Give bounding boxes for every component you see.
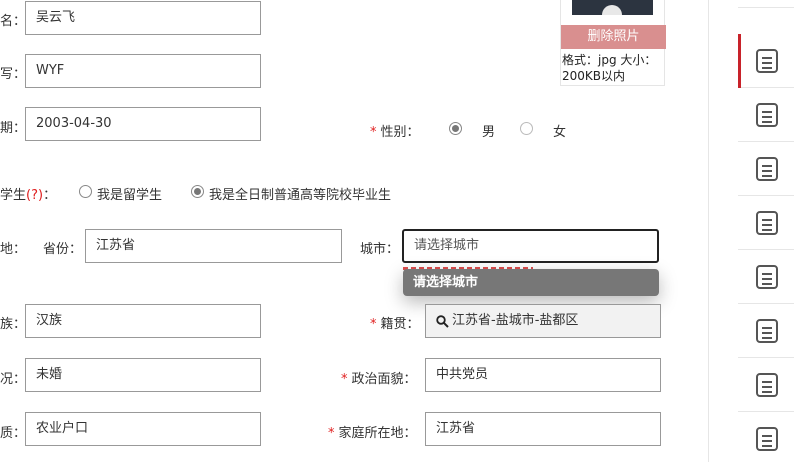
student-overseas-label[interactable]: 我是留学生 [97,184,162,203]
abbr-label: 写： [0,67,27,82]
name-label: 名： [0,14,27,29]
student-label: 学生(?)： [0,188,57,203]
birth-date-input[interactable]: 2003-04-30 [25,107,261,141]
political-input[interactable]: 中共党员 [425,358,661,392]
gender-female-label[interactable]: 女 [553,121,566,140]
native-place-value: 江苏省-盐城市-盐都区 [452,313,579,328]
profile-photo [572,0,653,15]
native-label: * 籍贯： [370,317,420,332]
photo-panel: 删除照片 格式：jpg 大小： 200KB以内 [560,0,666,86]
document-list-icon [756,103,778,127]
document-list-icon [756,373,778,397]
student-fulltime-label[interactable]: 我是全日制普通高等院校毕业生 [209,184,391,203]
gender-male-label[interactable]: 男 [482,121,495,140]
photo-format-hint: 格式：jpg 大小： 200KB以内 [562,53,657,83]
sidebar-item[interactable] [738,412,794,462]
sidebar-item[interactable] [738,34,794,88]
marital-input[interactable]: 未婚 [25,358,261,392]
gender-male-radio[interactable] [449,122,462,135]
gender-label: * 性别： [370,125,420,140]
home-label: * 家庭所在地： [328,426,417,441]
province-label: 省份： [43,242,83,257]
sidebar-active-indicator [738,34,741,88]
hukou-label: 质： [0,426,27,441]
ethnicity-label: 族： [0,317,27,332]
province-input[interactable]: 江苏省 [85,229,342,263]
city-dropdown-option[interactable]: 请选择城市 [403,269,659,296]
city-label: 城市： [360,242,400,257]
delete-photo-button[interactable]: 删除照片 [561,25,666,49]
origin-label: 地： [0,242,27,257]
student-overseas-radio[interactable] [79,185,92,198]
document-list-icon [756,427,778,451]
student-fulltime-radio[interactable] [191,185,204,198]
sidebar-item[interactable] [738,88,794,142]
native-place-input[interactable]: 江苏省-盐城市-盐都区 [425,304,661,338]
document-list-icon [756,211,778,235]
gender-female-radio[interactable] [520,122,533,135]
sidebar-item[interactable] [738,358,794,412]
search-icon [436,315,449,328]
sidebar-item[interactable] [738,196,794,250]
document-list-icon [756,265,778,289]
abbr-input[interactable]: WYF [25,54,261,88]
sidebar-top-edge [738,0,794,8]
sidebar-item[interactable] [738,142,794,196]
birth-label: 期： [0,121,27,136]
student-help-icon[interactable]: (?) [26,188,43,203]
political-label: * 政治面貌： [341,372,417,387]
marital-label: 况： [0,372,27,387]
ethnicity-input[interactable]: 汉族 [25,304,261,338]
home-location-input[interactable]: 江苏省 [425,412,661,446]
hukou-input[interactable]: 农业户口 [25,412,261,446]
name-input[interactable]: 吴云飞 [25,1,261,35]
document-list-icon [756,157,778,181]
sidebar-item[interactable] [738,304,794,358]
document-list-icon [756,49,778,73]
document-list-icon [756,319,778,343]
sidebar-divider [708,0,709,462]
city-select[interactable]: 请选择城市 [402,229,659,263]
sidebar-item[interactable] [738,250,794,304]
